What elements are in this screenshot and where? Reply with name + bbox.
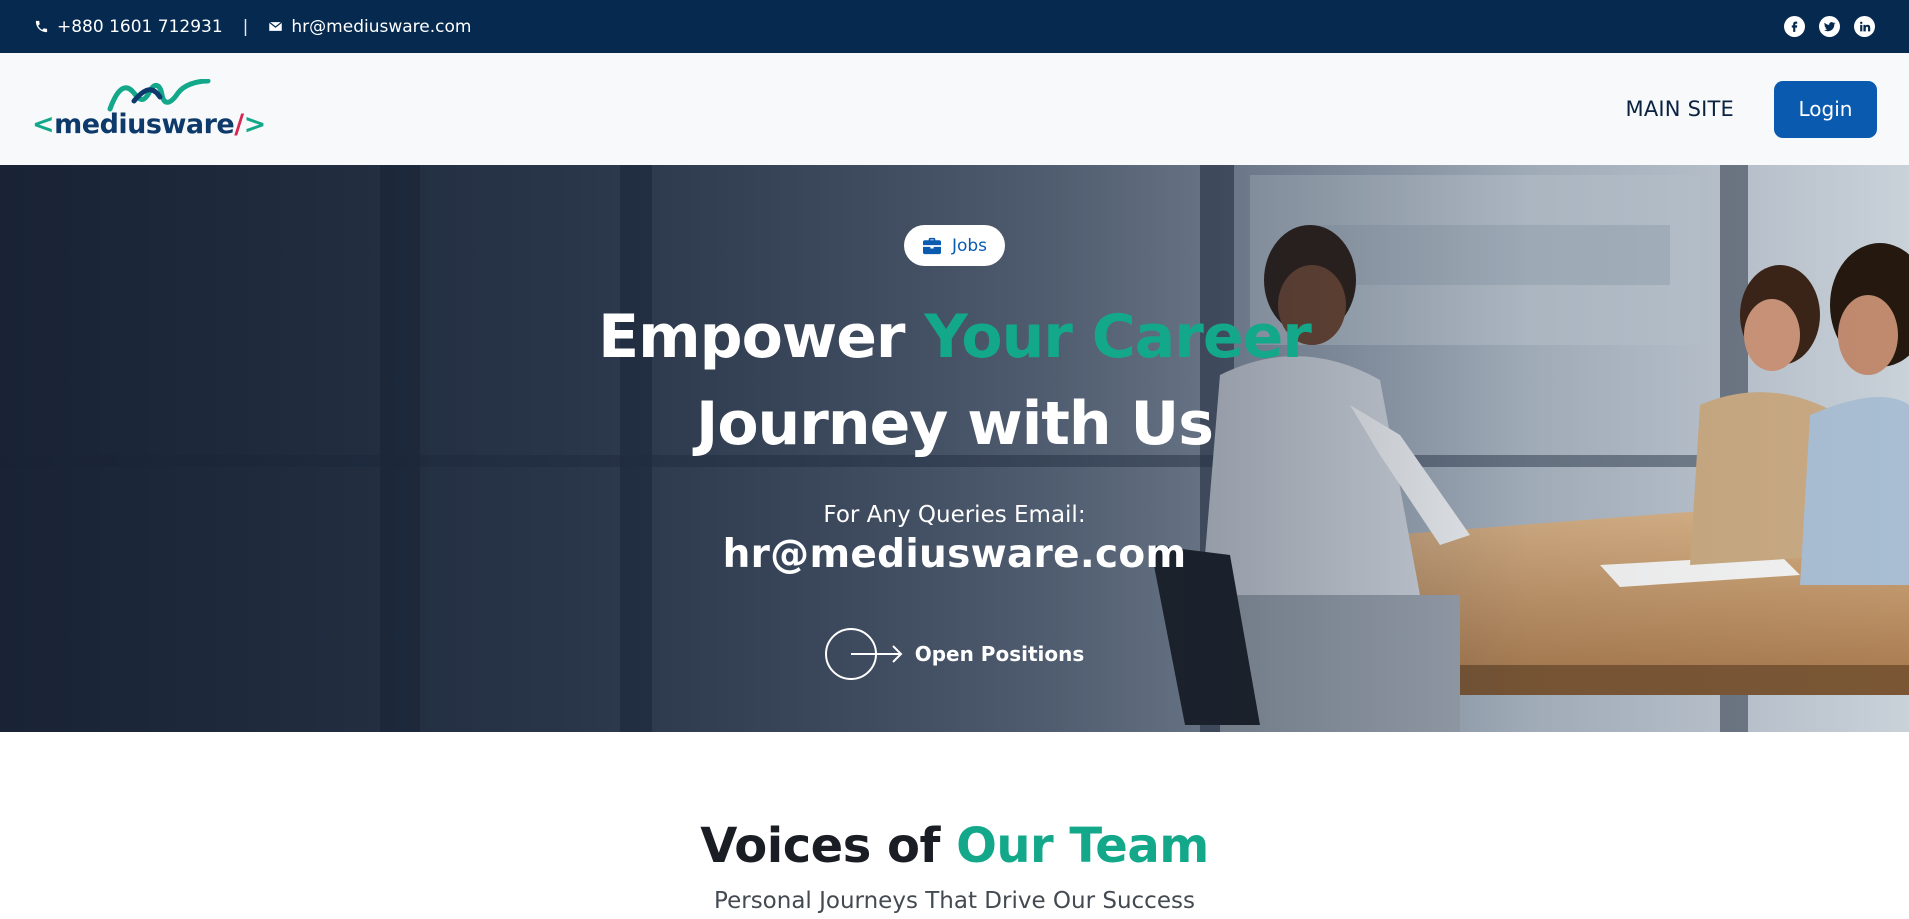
login-button[interactable]: Login bbox=[1774, 80, 1877, 138]
logo-wordmark: <mediusware/> bbox=[32, 108, 266, 140]
email-contact[interactable]: hr@mediusware.com bbox=[268, 17, 471, 37]
mediusware-logo[interactable]: <mediusware/> bbox=[32, 78, 266, 140]
logo-wave-icon bbox=[107, 78, 211, 111]
twitter-icon[interactable] bbox=[1819, 16, 1840, 37]
hero-content: Jobs Empower Your Career Journey with Us… bbox=[0, 165, 1909, 732]
phone-icon bbox=[35, 20, 48, 33]
open-positions-label: Open Positions bbox=[914, 642, 1085, 666]
phone-contact[interactable]: +880 1601 712931 bbox=[34, 17, 223, 37]
hero-title-accent: Your Career bbox=[924, 302, 1311, 372]
circle-arrow-icon bbox=[824, 628, 903, 680]
hero-banner: Jobs Empower Your Career Journey with Us… bbox=[0, 165, 1909, 732]
voices-subtitle: Personal Journeys That Drive Our Success bbox=[714, 888, 1195, 914]
contact-info: +880 1601 712931 | hr@mediusware.com bbox=[34, 17, 471, 37]
hero-title-part1: Empower bbox=[598, 302, 925, 372]
queries-label: For Any Queries Email: bbox=[823, 502, 1086, 528]
envelope-icon bbox=[269, 21, 283, 31]
social-links bbox=[1784, 16, 1875, 37]
main-navbar: <mediusware/> MAIN SITE Login bbox=[0, 53, 1909, 165]
voices-section: Voices of Our Team Personal Journeys Tha… bbox=[0, 732, 1909, 919]
briefcase-icon bbox=[922, 237, 941, 254]
phone-number: +880 1601 712931 bbox=[57, 16, 223, 37]
hero-title: Empower Your Career Journey with Us bbox=[598, 294, 1312, 468]
voices-heading-accent: Our Team bbox=[956, 818, 1209, 874]
jobs-badge: Jobs bbox=[903, 225, 1006, 266]
jobs-badge-label: Jobs bbox=[951, 235, 988, 256]
nav-actions: MAIN SITE Login bbox=[1626, 80, 1877, 138]
queries-email[interactable]: hr@mediusware.com bbox=[723, 532, 1187, 577]
voices-heading-part1: Voices of bbox=[700, 818, 957, 874]
main-site-link[interactable]: MAIN SITE bbox=[1626, 97, 1734, 121]
linkedin-icon[interactable] bbox=[1854, 16, 1875, 37]
contact-email: hr@mediusware.com bbox=[291, 16, 472, 37]
open-positions-button[interactable]: Open Positions bbox=[824, 627, 1085, 681]
voices-heading: Voices of Our Team bbox=[0, 818, 1909, 874]
facebook-icon[interactable] bbox=[1784, 16, 1805, 37]
hero-title-line2: Journey with Us bbox=[696, 389, 1214, 459]
top-contact-bar: +880 1601 712931 | hr@mediusware.com bbox=[0, 0, 1909, 53]
contact-separator: | bbox=[242, 16, 249, 37]
